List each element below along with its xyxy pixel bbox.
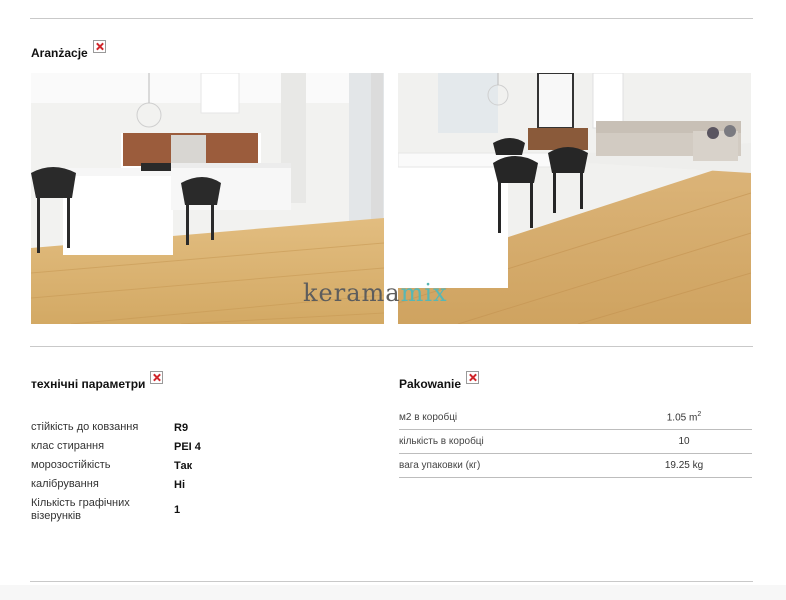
param-value: R9 — [174, 421, 189, 434]
bottom-divider — [30, 581, 753, 582]
param-value: PEI 4 — [174, 440, 201, 453]
param-label: клас стирання — [31, 440, 105, 452]
packing-value: 1.05 m2 — [666, 411, 702, 424]
param-label: стійкість до ковзання — [31, 421, 139, 433]
arrangements-heading: Aranżacje — [31, 40, 106, 60]
param-label: морозостійкість — [31, 459, 111, 471]
table-row: кількість в коробці 10 — [399, 430, 752, 454]
middle-divider — [30, 346, 753, 347]
param-value: Ні — [174, 478, 185, 491]
packing-title: Pakowanie — [399, 377, 462, 391]
packing-value: 19.25 kg — [664, 460, 704, 471]
tech-params-heading: технічні параметри — [31, 371, 164, 391]
packing-heading: Pakowanie — [399, 371, 480, 391]
broken-image-icon — [92, 40, 106, 53]
broken-image-icon — [466, 371, 480, 384]
tech-params-title: технічні параметри — [31, 377, 146, 391]
param-row-frost: морозостійкість Так — [31, 456, 331, 475]
watermark-part2: mix — [400, 279, 448, 307]
arrangements-title: Aranżacje — [31, 46, 88, 60]
param-value: Так — [174, 459, 193, 472]
watermark-part1: kerama — [303, 279, 401, 307]
packing-value: 10 — [678, 436, 690, 447]
dining-living-interior-image — [398, 73, 751, 324]
packing-label: кількість в коробці — [399, 436, 484, 447]
table-row: вага упаковки (кг) 19.25 kg — [399, 454, 752, 478]
packing-label: м2 в коробці — [399, 412, 458, 423]
packing-table: м2 в коробці 1.05 m2 кількість в коробці… — [399, 406, 752, 478]
tech-params-list: стійкість до ковзання R9 клас стирання P… — [31, 418, 331, 526]
param-label: калібрування — [31, 478, 99, 490]
packing-label: вага упаковки (кг) — [399, 460, 481, 471]
broken-image-icon — [150, 371, 164, 384]
param-row-slip: стійкість до ковзання R9 — [31, 418, 331, 437]
param-row-abrasion: клас стирання PEI 4 — [31, 437, 331, 456]
dining-living-interior-photo[interactable] — [398, 73, 751, 324]
top-divider — [30, 18, 753, 19]
param-value: 1 — [174, 504, 181, 516]
table-row: м2 в коробці 1.05 m2 — [399, 406, 752, 430]
kerama-mix-watermark: keramamix — [303, 279, 448, 307]
footer-band — [0, 585, 786, 600]
param-label: Кількість графічних візерунків — [31, 497, 130, 522]
param-row-calibration: калібрування Ні — [31, 475, 331, 494]
param-row-patterns: Кількість графічних візерунків 1 — [31, 494, 331, 526]
